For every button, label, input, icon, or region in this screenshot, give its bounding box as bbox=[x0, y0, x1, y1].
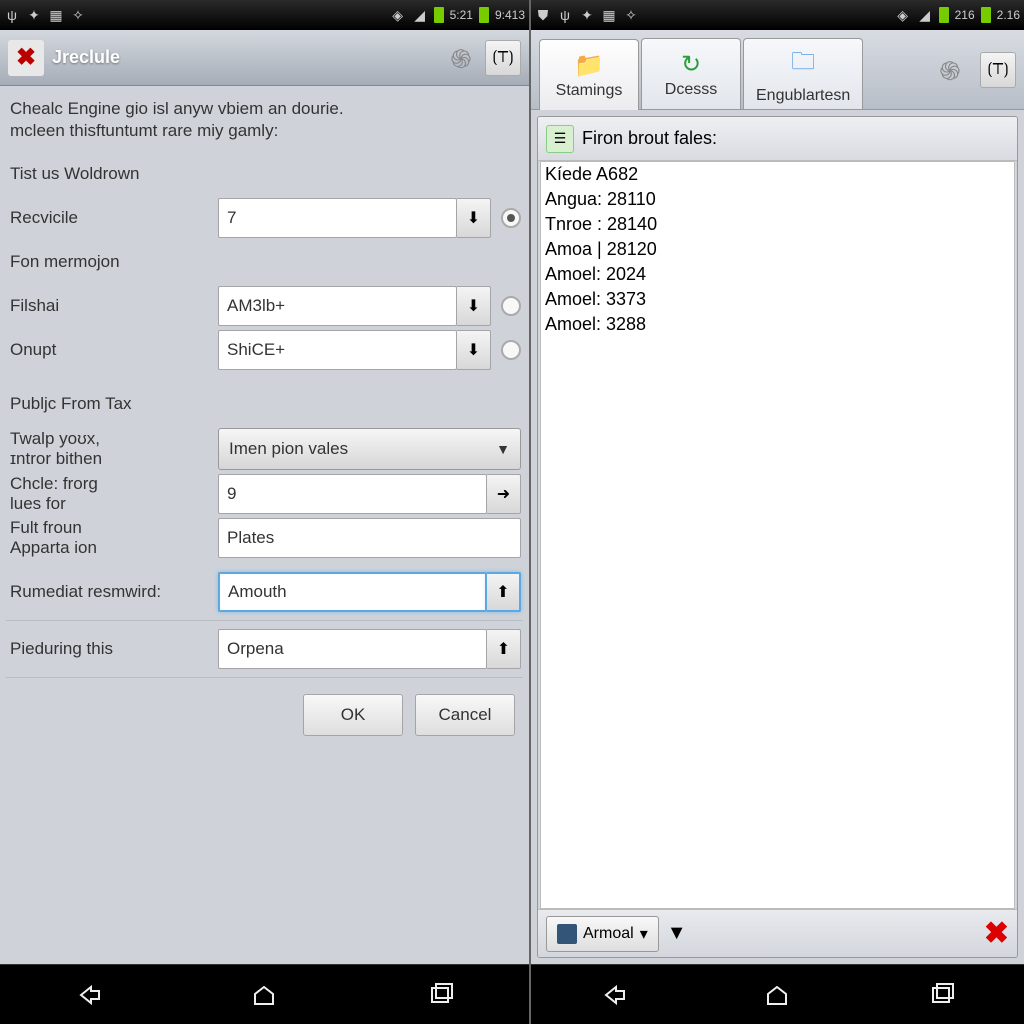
refresh-icon: ↻ bbox=[681, 50, 701, 79]
sd-icon: ▦ bbox=[601, 7, 617, 23]
folder-open-icon: 🗀 bbox=[791, 44, 815, 85]
statusbar-right: ⛊ ψ ✦ ▦ ✧ ◈ ◢ 216 2.16 bbox=[531, 0, 1024, 30]
home-icon[interactable] bbox=[762, 982, 792, 1008]
filshal-dropdown-button[interactable]: ⬇ bbox=[457, 286, 491, 326]
status-sig: 216 bbox=[955, 8, 975, 22]
tabbar: 📁 Stamings ↻ Dcesss 🗀 Engublartesn ֍ ⟮⊤⟯ bbox=[531, 30, 1024, 110]
form-content: Chealc Engine gio isl anyw vbiem an dour… bbox=[0, 86, 529, 964]
onupt-radio[interactable] bbox=[501, 340, 521, 360]
onupt-dropdown-button[interactable]: ⬇ bbox=[457, 330, 491, 370]
sd-icon: ▦ bbox=[48, 7, 64, 23]
wifi-icon: ◈ bbox=[390, 7, 406, 23]
back-icon[interactable] bbox=[598, 982, 628, 1008]
battery-icon bbox=[434, 7, 444, 23]
shield-icon: ⛊ bbox=[535, 7, 551, 23]
filshal-input[interactable] bbox=[218, 286, 457, 326]
rumediat-up-button[interactable]: ⬆ bbox=[487, 572, 521, 612]
app-icon: ✖ bbox=[8, 40, 44, 76]
chevron-down-icon: ▾ bbox=[640, 924, 648, 944]
navbar-right bbox=[531, 964, 1024, 1024]
wifi-icon: ◈ bbox=[895, 7, 911, 23]
pieduring-input[interactable] bbox=[218, 629, 487, 669]
list-item[interactable]: Amoel: 3373 bbox=[541, 287, 1014, 312]
tab-stamings[interactable]: 📁 Stamings bbox=[539, 39, 639, 110]
label-onupt: Onupt bbox=[8, 340, 218, 360]
fult-input[interactable] bbox=[218, 518, 521, 558]
list-item[interactable]: Tnroe : 28140 bbox=[541, 212, 1014, 237]
pieduring-up-button[interactable]: ⬆ bbox=[487, 629, 521, 669]
tab-dcesss[interactable]: ↻ Dcesss bbox=[641, 38, 741, 109]
app-title: Jreclule bbox=[52, 47, 120, 68]
vales-select[interactable]: Imen pion vales▼ bbox=[218, 428, 521, 470]
label-publiq: Publjc From Tax bbox=[8, 394, 218, 414]
chcle-next-button[interactable]: ➜ bbox=[487, 474, 521, 514]
battery-icon bbox=[939, 7, 949, 23]
star-icon: ✧ bbox=[623, 7, 639, 23]
chevron-down-icon: ▼ bbox=[496, 441, 510, 457]
label-rumediat: Rumediat resmwird: bbox=[8, 582, 218, 602]
list-item[interactable]: Kíede A682 bbox=[541, 162, 1014, 187]
divider bbox=[6, 620, 523, 621]
x-icon: ✖ bbox=[16, 43, 36, 72]
status-extra: 9:413 bbox=[495, 8, 525, 22]
chcle-input[interactable] bbox=[218, 474, 487, 514]
spinner-icon: ֍ bbox=[443, 40, 479, 76]
signal-icon: ◢ bbox=[917, 7, 933, 23]
label-woldrown: Tist us Woldrown bbox=[8, 164, 218, 184]
onupt-input[interactable] bbox=[218, 330, 457, 370]
list-item[interactable]: Amoel: 3288 bbox=[541, 312, 1014, 337]
list-content: ☰ Firon brout fales: Kíede A682Angua: 28… bbox=[531, 110, 1024, 964]
results-list[interactable]: Kíede A682Angua: 28110Tnroe : 28140Amoa … bbox=[540, 161, 1015, 909]
chevron-down-icon[interactable]: ▼ bbox=[667, 922, 687, 945]
bt-icon: ✦ bbox=[26, 7, 42, 23]
panel-header: ☰ Firon brout fales: bbox=[538, 117, 1017, 161]
statusbar-left: ψ ✦ ▦ ✧ ◈ ◢ 5:21 9:413 bbox=[0, 0, 529, 30]
filshal-radio[interactable] bbox=[501, 296, 521, 316]
label-fon: Fon mermojon bbox=[8, 252, 218, 272]
bt-icon: ✦ bbox=[579, 7, 595, 23]
app-mini-icon bbox=[557, 924, 577, 944]
label-filshal: Filshai bbox=[8, 296, 218, 316]
battery-icon-2 bbox=[981, 7, 991, 23]
signal-icon: ◢ bbox=[412, 7, 428, 23]
list-icon: ☰ bbox=[546, 125, 574, 153]
expand-button[interactable]: ⟮⊤⟯ bbox=[980, 52, 1016, 88]
armoal-select[interactable]: Armoal ▾ bbox=[546, 916, 659, 952]
label-chcle: Chcle: frorg lues for bbox=[8, 474, 218, 514]
titlebar-left: ✖ Jreclule ֍ ⟮⊤⟯ bbox=[0, 30, 529, 86]
recvicile-radio[interactable] bbox=[501, 208, 521, 228]
spinner-icon: ֍ bbox=[932, 52, 968, 88]
expand-button[interactable]: ⟮⊤⟯ bbox=[485, 40, 521, 76]
status-bat: 2.16 bbox=[997, 8, 1020, 22]
rumediat-input[interactable] bbox=[218, 572, 487, 612]
recvicile-dropdown-button[interactable]: ⬇ bbox=[457, 198, 491, 238]
list-item[interactable]: Amoel: 2024 bbox=[541, 262, 1014, 287]
list-item[interactable]: Angua: 28110 bbox=[541, 187, 1014, 212]
back-icon[interactable] bbox=[73, 982, 103, 1008]
list-item[interactable]: Amoa | 28120 bbox=[541, 237, 1014, 262]
tab-engublartesn[interactable]: 🗀 Engublartesn bbox=[743, 38, 863, 109]
battery-icon-2 bbox=[479, 7, 489, 23]
label-fult: Fult froun Apparta ion bbox=[8, 518, 218, 558]
status-time: 5:21 bbox=[450, 8, 473, 22]
home-icon[interactable] bbox=[249, 982, 279, 1008]
close-icon[interactable]: ✖ bbox=[984, 916, 1009, 951]
divider bbox=[6, 677, 523, 678]
panel-footer: Armoal ▾ ▼ ✖ bbox=[538, 909, 1017, 957]
intro-text: Chealc Engine gio isl anyw vbiem an dour… bbox=[6, 94, 523, 152]
label-pieduring: Pieduring this bbox=[8, 639, 218, 659]
usb-icon: ψ bbox=[4, 7, 20, 23]
folder-icon: 📁 bbox=[574, 51, 604, 80]
recent-icon[interactable] bbox=[927, 982, 957, 1008]
navbar-left bbox=[0, 964, 529, 1024]
cancel-button[interactable]: Cancel bbox=[415, 694, 515, 736]
label-twalp: Twalp yoʊx, ɪntror bithen bbox=[8, 429, 218, 469]
usb-icon: ψ bbox=[557, 7, 573, 23]
star-icon: ✧ bbox=[70, 7, 86, 23]
recent-icon[interactable] bbox=[426, 982, 456, 1008]
label-recvicile: Recvicile bbox=[8, 208, 218, 228]
results-panel: ☰ Firon brout fales: Kíede A682Angua: 28… bbox=[537, 116, 1018, 958]
recvicile-input[interactable] bbox=[218, 198, 457, 238]
ok-button[interactable]: OK bbox=[303, 694, 403, 736]
